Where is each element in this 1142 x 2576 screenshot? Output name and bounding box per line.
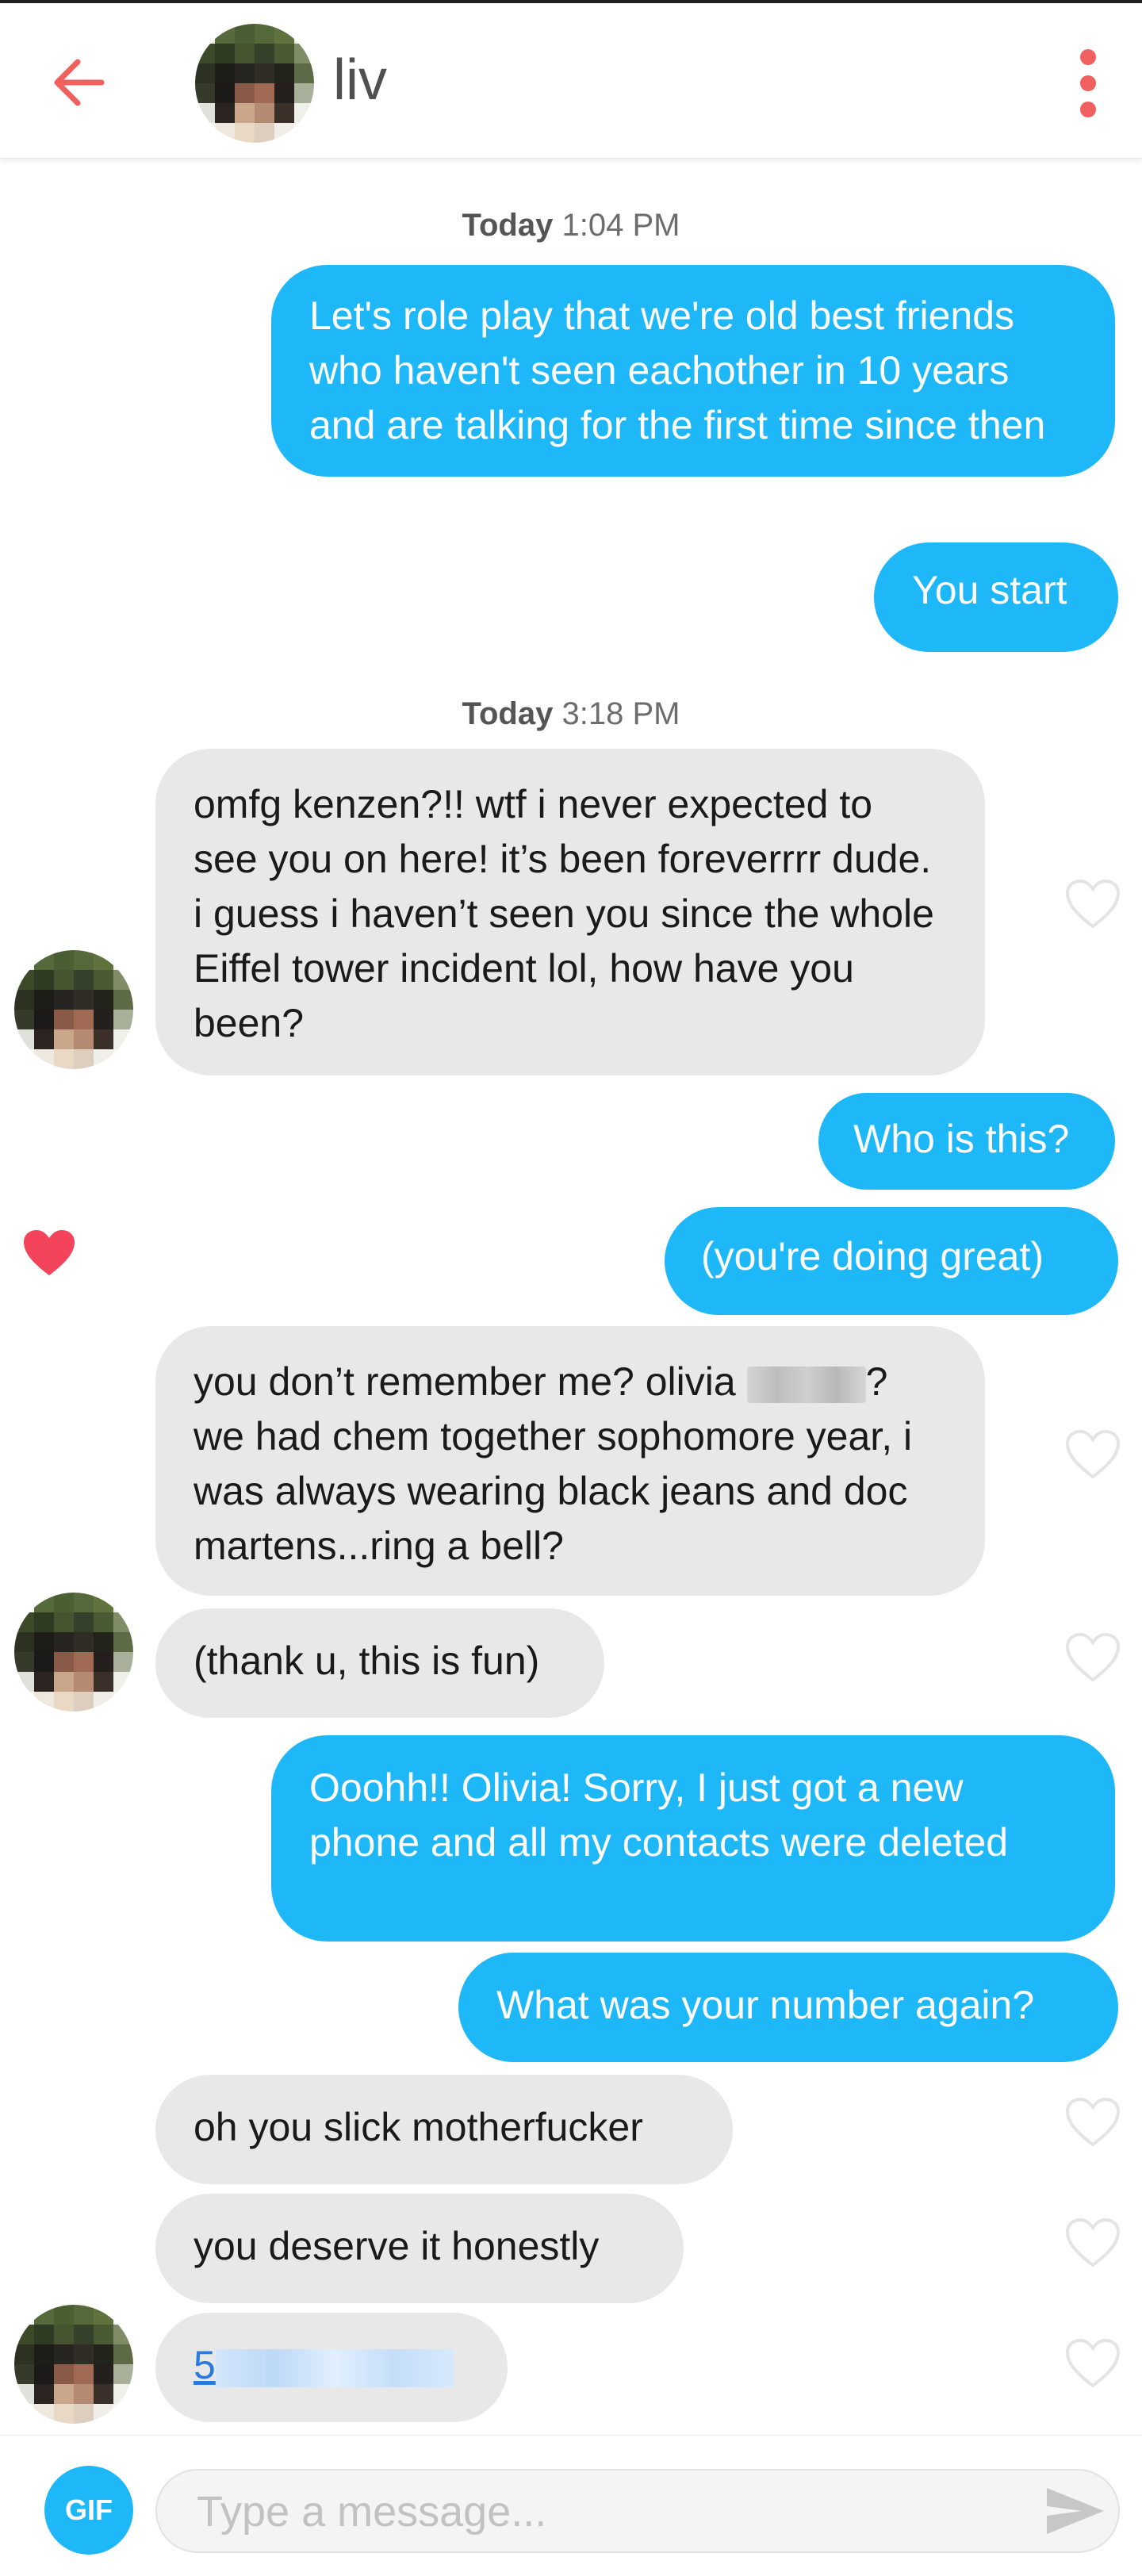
timestamp-day: Today <box>462 696 554 731</box>
message-composer: GIF <box>0 2435 1142 2576</box>
avatar[interactable] <box>14 1593 133 1712</box>
timestamp-time: 1:04 PM <box>561 208 680 243</box>
outgoing-message[interactable]: Ooohh!! Olivia! Sorry, I just got a new … <box>271 1735 1115 1942</box>
like-heart-icon[interactable] <box>1064 1632 1121 1683</box>
incoming-message[interactable]: (thank u, this is fun) <box>155 1608 604 1718</box>
redacted-phone-number <box>215 2348 454 2387</box>
message-text: Ooohh!! Olivia! Sorry, I just got a new … <box>309 1765 1009 1865</box>
outgoing-message[interactable]: You start <box>874 542 1118 652</box>
like-heart-icon[interactable] <box>1064 2338 1121 2389</box>
send-icon[interactable] <box>1044 2483 1107 2539</box>
like-heart-icon[interactable] <box>1064 2218 1121 2268</box>
incoming-message[interactable]: omfg kenzen?!! wtf i never expected to s… <box>155 749 985 1075</box>
incoming-message[interactable]: oh you slick motherfucker <box>155 2075 733 2184</box>
message-text: What was your number again? <box>496 1983 1035 2027</box>
incoming-message[interactable]: you deserve it honestly <box>155 2194 684 2303</box>
liked-heart-icon[interactable] <box>21 1228 78 1278</box>
message-text: you deserve it honestly <box>194 2224 600 2268</box>
like-heart-icon[interactable] <box>1064 879 1121 930</box>
back-arrow-icon[interactable] <box>48 51 111 114</box>
outgoing-message[interactable]: What was your number again? <box>458 1953 1118 2062</box>
phone-number-link[interactable]: 5 <box>194 2343 216 2387</box>
page-title: liv <box>333 48 387 112</box>
like-heart-icon[interactable] <box>1064 1429 1121 1480</box>
timestamp-time: 3:18 PM <box>561 696 680 731</box>
message-input[interactable] <box>197 2485 990 2539</box>
timestamp: Today 1:04 PM <box>0 208 1142 243</box>
avatar[interactable] <box>195 24 314 143</box>
timestamp-day: Today <box>462 208 554 243</box>
kebab-menu-icon[interactable] <box>1066 48 1110 119</box>
message-text: You start <box>912 568 1067 612</box>
outgoing-message[interactable]: Let's role play that we're old best frie… <box>271 265 1115 477</box>
outgoing-message[interactable]: (you're doing great) <box>665 1207 1118 1315</box>
avatar[interactable] <box>14 2305 133 2424</box>
message-text: (thank u, this is fun) <box>194 1639 540 1683</box>
redacted-surname <box>746 1366 866 1403</box>
outgoing-message[interactable]: Who is this? <box>818 1093 1115 1190</box>
message-text: Who is this? <box>853 1117 1070 1161</box>
incoming-message[interactable]: you don’t remember me? olivia ? we had c… <box>155 1326 985 1596</box>
message-text: Let's role play that we're old best frie… <box>309 293 1046 447</box>
message-text: (you're doing great) <box>701 1234 1044 1278</box>
gif-button[interactable]: GIF <box>44 2466 133 2555</box>
message-text: omfg kenzen?!! wtf i never expected to s… <box>194 782 934 1045</box>
incoming-message[interactable]: 5 <box>155 2313 508 2422</box>
chat-header: liv <box>0 0 1142 159</box>
message-text: you don’t remember me? olivia <box>194 1359 736 1404</box>
message-input-container <box>155 2469 1120 2553</box>
message-text: oh you slick motherfucker <box>194 2105 643 2149</box>
timestamp: Today 3:18 PM <box>0 696 1142 732</box>
like-heart-icon[interactable] <box>1064 2097 1121 2148</box>
avatar[interactable] <box>14 950 133 1069</box>
